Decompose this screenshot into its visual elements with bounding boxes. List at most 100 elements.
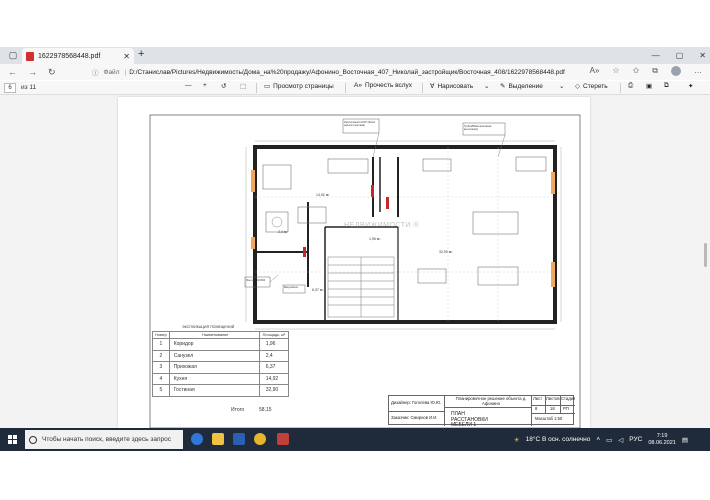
highlight-button[interactable]: ✎ Выделение <box>500 82 543 91</box>
pin-icon[interactable]: ✦ <box>688 82 693 90</box>
legend-total-label: Итого <box>231 407 245 413</box>
window-controls: — ▢ ✕ <box>652 47 706 64</box>
stage-label: Стадия <box>561 396 576 401</box>
url-text: D:/Станислав/Pictures/Недвижимость/Дома_… <box>129 68 565 76</box>
legend-area: 1,96 <box>258 338 290 351</box>
refresh-icon[interactable]: ↻ <box>48 67 56 78</box>
edge-icon[interactable] <box>191 433 203 445</box>
clock-time: 7:19 <box>656 432 668 439</box>
weather-text[interactable]: 18°C В осн. солнечно <box>526 436 591 443</box>
table-row: 1 Коридор 1,96 <box>152 338 290 351</box>
rotate-icon[interactable]: ↺ <box>221 82 226 90</box>
workspaces-icon[interactable]: ▢ <box>6 49 20 63</box>
room-area-hall: 6,37 м² <box>312 288 324 292</box>
divider <box>620 83 621 93</box>
network-icon[interactable]: ▭ <box>606 436 612 444</box>
sheets-value: 18 <box>550 406 555 411</box>
pdf-toolbar: 6 из 11 — + ↺ ⬚ ▭ Просмотр страницы A» Про… <box>0 81 710 95</box>
maximize-icon[interactable]: ▢ <box>676 51 684 60</box>
save-icon[interactable]: ▣ <box>646 82 652 90</box>
note-left: Люк-лаз 600×600 <box>246 279 266 282</box>
room-area-kitchen: 14,92 м² <box>316 193 330 197</box>
zoom-out-icon[interactable]: — <box>185 82 192 89</box>
info-icon[interactable]: ⓘ <box>92 67 99 77</box>
legend-num: 2 <box>152 349 170 362</box>
divider <box>256 83 257 93</box>
draw-dropdown-icon[interactable]: ⌄ <box>484 82 489 90</box>
language-indicator[interactable]: РУС <box>629 436 642 443</box>
draw-button[interactable]: ∀ Нарисовать <box>430 82 473 91</box>
room-area-bath: 2,4 м² <box>278 230 288 234</box>
erase-button[interactable]: ◇ Стереть <box>575 82 608 91</box>
customer: Заказчик: Смирнов И.И. <box>391 415 438 420</box>
forward-icon[interactable]: → <box>28 67 37 78</box>
collections-icon[interactable]: ⧉ <box>652 66 658 76</box>
address-bar: ← → ↻ ⓘ Файл | D:/Станислав/Pictures/Нед… <box>0 64 710 80</box>
url-field[interactable]: ⓘ Файл | D:/Станислав/Pictures/Недвижимо… <box>92 66 592 78</box>
app-icon[interactable] <box>277 433 289 445</box>
legend-area: 2,4 <box>258 349 290 362</box>
screen: ▢ 1622978568448.pdf ✕ + — ▢ ✕ ← → ↻ ⓘ Фа… <box>0 0 710 500</box>
new-tab-button[interactable]: + <box>138 48 144 60</box>
volume-icon[interactable]: ◁ <box>618 436 623 444</box>
legend-num: 1 <box>152 338 170 351</box>
eraser-icon: ◇ <box>575 83 580 90</box>
favorites-icon[interactable]: ✩ <box>633 66 640 76</box>
legend-name: Прихожая <box>168 361 260 374</box>
nav-buttons: ← → ↻ <box>8 67 56 78</box>
project: Планировочное решение объекта д. Афонино <box>455 396 527 406</box>
stage-value: РП <box>563 406 569 411</box>
legend-area: 6,37 <box>258 361 290 374</box>
tab-pdf[interactable]: 1622978568448.pdf ✕ <box>22 48 134 64</box>
fit-page-icon[interactable]: ⬚ <box>240 82 246 90</box>
taskbar: Чтобы начать поиск, введите здесь запрос… <box>0 428 710 451</box>
read-mode-icon[interactable]: A» <box>590 66 600 76</box>
close-tab-icon[interactable]: ✕ <box>123 52 130 61</box>
taskbar-search[interactable]: Чтобы начать поиск, введите здесь запрос <box>25 430 183 449</box>
legend-num: 3 <box>152 361 170 374</box>
notifications-icon[interactable]: ▤ <box>682 436 688 444</box>
word-icon[interactable] <box>233 433 245 445</box>
table-row: 5 Гостиная 32,90 <box>152 384 290 397</box>
page-total: из 11 <box>21 84 37 91</box>
close-window-icon[interactable]: ✕ <box>699 51 706 60</box>
pdf-page: Инсталляция FLUXO (бачок скрытого монтаж… <box>118 97 590 433</box>
chrome-icon[interactable] <box>254 433 266 445</box>
clock[interactable]: 7:19 08.06.2021 <box>648 433 676 447</box>
read-aloud-icon: A» <box>354 82 362 89</box>
legend-num: 5 <box>152 384 170 397</box>
sheets-label: Листов <box>546 396 560 401</box>
explorer-icon[interactable] <box>212 433 224 445</box>
note-top-right: Труба Ø60мм (вытяжная вентиляция) <box>464 125 492 131</box>
draw-icon: ∀ <box>430 83 435 90</box>
legend-name: Кухня <box>168 372 260 385</box>
note-left-2: Ввод кабеля <box>284 286 298 289</box>
highlight-dropdown-icon[interactable]: ⌄ <box>559 82 564 90</box>
zoom-in-icon[interactable]: + <box>203 82 207 89</box>
legend-table: Номер Наименование Площадь, м² 1 Коридор 1… <box>152 331 290 397</box>
read-aloud-button[interactable]: A» Прочесть вслух <box>354 82 412 89</box>
tray-arrow-icon[interactable]: ˄ <box>596 436 600 443</box>
room-area-living: 32,90 м² <box>439 250 453 254</box>
divider <box>345 83 346 93</box>
minimize-icon[interactable]: — <box>652 51 660 60</box>
favorite-icon[interactable]: ☆ <box>612 66 619 76</box>
scrollbar-thumb[interactable] <box>704 243 707 267</box>
legend-title: ЭКСПЛИКАЦИЯ ПОМЕЩЕНИЙ <box>182 325 235 329</box>
highlight-icon: ✎ <box>500 83 506 90</box>
pdf-icon <box>26 51 34 61</box>
page-view-button[interactable]: ▭ Просмотр страницы <box>264 82 334 91</box>
avatar[interactable] <box>671 66 681 76</box>
page-number-input[interactable]: 6 <box>4 82 16 93</box>
save-as-icon[interactable]: ⧉ <box>664 82 669 90</box>
search-icon <box>29 435 37 444</box>
weather-icon: ☀ <box>513 436 520 444</box>
start-button[interactable] <box>2 428 22 451</box>
print-icon[interactable]: ⎙ <box>628 82 633 90</box>
menu-icon[interactable]: … <box>694 66 702 76</box>
search-placeholder: Чтобы начать поиск, введите здесь запрос <box>42 436 171 443</box>
room-area-corridor: 1,96 м² <box>369 237 381 241</box>
address-actions: A» ☆ ✩ ⧉ … <box>590 66 702 76</box>
watermark: НЕДВИЖИМОСТИ ® <box>344 222 420 229</box>
back-icon[interactable]: ← <box>8 67 17 78</box>
